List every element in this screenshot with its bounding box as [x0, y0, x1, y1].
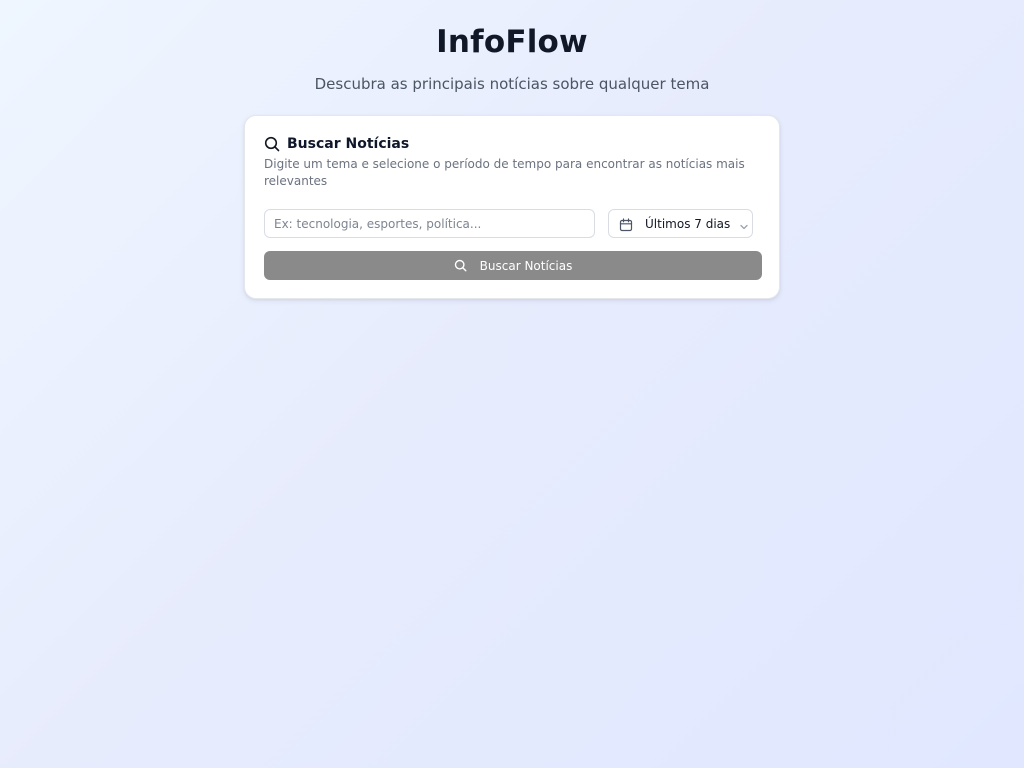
card-description: Digite um tema e selecione o período de …	[264, 157, 745, 188]
app-title: InfoFlow	[436, 24, 588, 60]
search-icon	[264, 136, 280, 152]
app-subtitle: Descubra as principais notícias sobre qu…	[314, 75, 710, 93]
search-icon	[454, 259, 467, 272]
chevron-down-icon	[738, 218, 750, 230]
search-card: Buscar Notícias Digite um tema e selecio…	[244, 115, 780, 299]
search-news-button-label: Buscar Notícias	[479, 258, 573, 273]
card-title-text: Buscar Notícias	[287, 136, 410, 152]
card-title: Buscar Notícias	[264, 134, 409, 154]
calendar-icon	[619, 217, 633, 231]
page-header: InfoFlow Descubra as principais notícias…	[0, 22, 1024, 94]
period-select-value: Últimos 7 dias	[645, 216, 731, 231]
search-news-button[interactable]: Buscar Notícias	[264, 251, 762, 280]
topic-search-input[interactable]	[264, 209, 595, 238]
period-select[interactable]: Últimos 7 dias	[608, 209, 753, 238]
